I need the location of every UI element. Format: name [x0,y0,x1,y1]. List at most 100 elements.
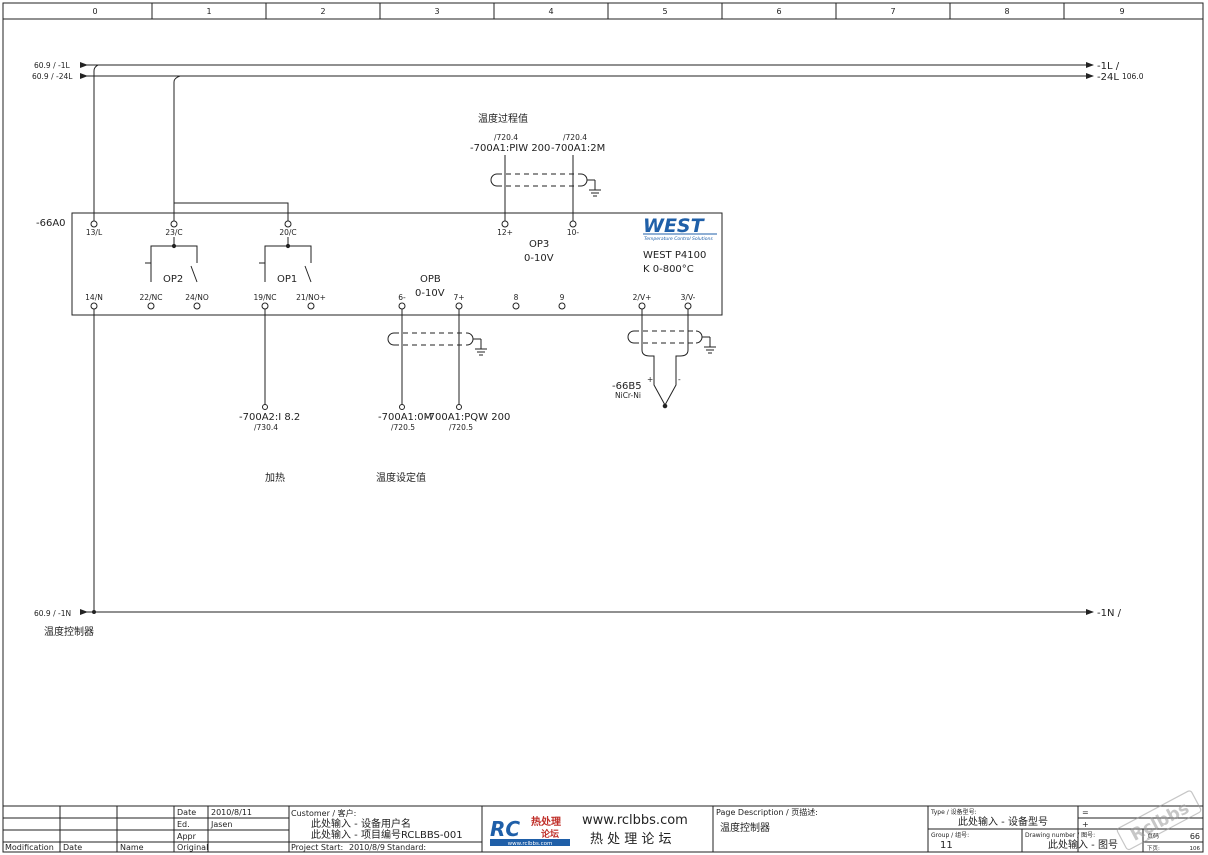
logo-cn-2: 论坛 [541,828,559,840]
column-number: 4 [548,7,553,16]
terminal-label: 20/C [279,228,296,237]
op3-range: 0-10V [524,253,554,264]
tb-page-desc-label: Page Description / 页描述: [716,807,818,817]
rail-ref-1L: 60.9 / -1L [34,61,70,70]
tb-customer-line1: 此处输入 - 设备用户名 [311,817,411,830]
rail-page-24L: 106.0 [1122,72,1144,81]
arrow-right-icon [80,62,88,68]
arrow-right-icon [80,609,88,615]
sp-end-terminals [399,404,462,410]
tc-plus: + [647,375,653,384]
tb-type-label: Type / 设备型号: [930,808,977,816]
pv-tag-1: -700A1:PIW 200 [470,143,550,154]
tb-next-value: 106 [1190,846,1201,852]
terminal [170,220,178,228]
rail-ref-24L: 60.9 / -24L [32,72,73,81]
sp-title: 温度设定值 [376,471,426,484]
rail-1L [80,62,1094,68]
terminal [284,220,292,228]
tc-shielded-cable [627,309,716,409]
terminal-label: 12+ [497,228,513,237]
arrow-right-icon [1086,62,1094,68]
terminal [90,302,98,310]
rail-1N [80,609,1094,615]
terminal [558,302,566,310]
column-number: 1 [206,7,211,16]
terminal-label: 23/C [165,228,182,237]
column-header: 0 1 2 3 4 5 6 7 8 9 [3,3,1203,20]
terminal [399,404,405,410]
device-tag: -66A0 [36,218,66,229]
terminal-label: 7+ [453,293,464,302]
brand-tagline: Temperature Control Solutions [644,236,713,242]
terminal [638,302,646,310]
tc-type: NiCr-Ni [615,391,641,400]
sp-shielded-cable [387,309,487,405]
terminal-label: 19/NC [254,293,277,302]
pv-tag-2: -700A1:2M [551,143,605,154]
arrow-right-icon [80,73,88,79]
watermark: Rclbbs [1116,790,1202,851]
tb-group-value: 11 [940,840,953,851]
sheet-caption: 温度控制器 [44,625,94,638]
tb-ed-label: Ed. [177,820,190,829]
column-number: 2 [320,7,325,16]
column-number: 5 [662,7,667,16]
tb-original-header: Original [177,843,208,852]
tc-minus: - [678,375,681,384]
top-terminals [90,220,577,228]
tb-date-label: Date [177,808,196,817]
rail-drops [92,64,289,614]
rclbbs-logo: RC 热处理 论坛 www.rclbbs.com [490,815,570,847]
logo-url: www.rclbbs.com [508,841,553,847]
heat-tag: -700A2:I 8.2 [239,412,300,423]
tb-eq: = [1082,808,1089,817]
terminal-label: 8 [514,293,519,302]
terminal-label: 2/V+ [633,293,652,302]
column-number: 6 [776,7,781,16]
terminal-label: 6- [398,293,406,302]
rail-24L [80,73,1094,79]
tb-project-start-value: 2010/8/9 [349,843,385,852]
pv-title: 温度过程值 [478,112,528,125]
column-number: 7 [890,7,895,16]
rail-ref-1N: 60.9 / -1N [34,609,71,618]
rail-out-1N: -1N / [1097,608,1122,619]
tb-customer-line2: 此处输入 - 项目编号RCLBBS-001 [311,828,463,841]
op3-label: OP3 [529,239,549,250]
terminal [261,302,269,310]
terminal [398,302,406,310]
tb-type-value: 此处输入 - 设备型号 [958,815,1048,828]
tb-group-label: Group / 组号: [931,831,969,839]
opb-label: OPB [420,274,441,285]
tb-date-header: Date [63,843,82,852]
relay-op1-label: OP1 [277,274,297,285]
logo-letters: RC [490,817,520,841]
sp-ref-2: /720.5 [449,423,473,432]
sp-tag-2: -700A1:PQW 200 [425,412,510,423]
terminal-label: 22/NC [140,293,163,302]
heat-title: 加热 [265,471,285,484]
tb-page-desc-value: 温度控制器 [720,821,770,834]
heat-ref: /730.4 [254,423,278,432]
terminal [501,220,509,228]
rail-out-1L: -1L / [1097,61,1120,72]
device-range: K 0-800°C [643,264,694,275]
terminal [193,302,201,310]
terminal-label: 9 [560,293,565,302]
west-logo: WEST Temperature Control Solutions [643,215,717,242]
tb-plus: + [1082,820,1089,829]
terminal-label: 24/NO [185,293,209,302]
schematic-sheet: 0 1 2 3 4 5 6 7 8 9 60.9 / -1L 60.9 / -2… [2,2,1204,853]
site-url: www.rclbbs.com [582,813,688,828]
terminal [684,302,692,310]
sp-ref-1: /720.5 [391,423,415,432]
terminal [569,220,577,228]
terminal [307,302,315,310]
tb-drawing-label: Drawing number / 图号: [1025,832,1095,839]
arrow-right-icon [1086,609,1094,615]
column-number: 0 [92,7,97,16]
terminal-label: 3/V- [681,293,696,302]
pv-ref-1: /720.4 [494,133,518,142]
terminal [90,220,98,228]
